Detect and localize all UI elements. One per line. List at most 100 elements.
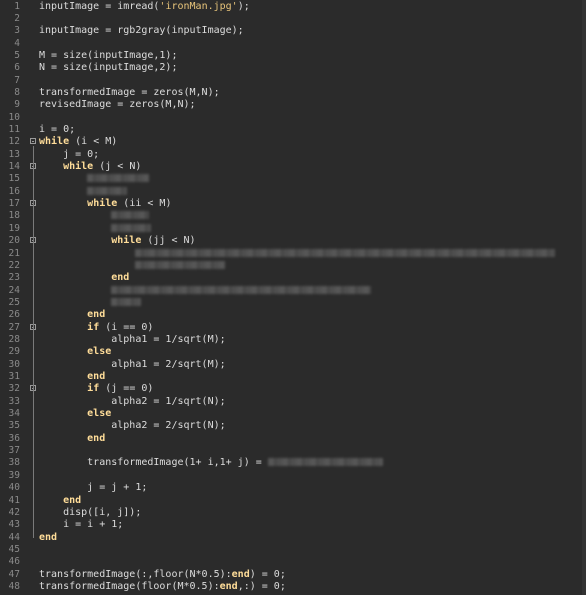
code-text: [39, 248, 556, 260]
line-number: 3: [14, 25, 20, 37]
code-line[interactable]: 5 M = size(inputImage,1);: [0, 50, 582, 62]
code-line[interactable]: 21: [0, 248, 582, 260]
keyword-token: while: [39, 136, 70, 148]
code-line[interactable]: 13 j = 0;: [0, 149, 582, 161]
keyword-token: if: [87, 383, 100, 395]
code-line[interactable]: 29 else: [0, 346, 582, 358]
code-text: transformedImage = zeros(M,N);: [39, 87, 220, 99]
code-line[interactable]: 42 disp([i, j]);: [0, 507, 582, 519]
code-line[interactable]: 32 if (j == 0): [0, 383, 582, 395]
keyword-token: if: [87, 321, 100, 333]
code-text: revisedImage = zeros(M,N);: [39, 99, 196, 111]
code-line[interactable]: 43 i = i + 1;: [0, 519, 582, 531]
code-text: inputImage = imread('ironMan.jpg');: [39, 1, 250, 13]
code-text: while (ii < M): [39, 198, 171, 210]
code-text: j = 0;: [39, 149, 99, 161]
line-number: 14: [8, 161, 20, 173]
code-text: alpha2 = 1/sqrt(N);: [39, 395, 226, 408]
code-line[interactable]: 2: [0, 13, 582, 25]
code-line[interactable]: 34 else: [0, 408, 582, 420]
code-line[interactable]: 48 transformedImage(floor(M*0.5):end,:) =…: [0, 581, 582, 593]
code-text: alpha2 = 2/sqrt(N);: [39, 420, 226, 432]
code-line[interactable]: 30 alpha1 = 2/sqrt(M);: [0, 359, 582, 371]
code-line[interactable]: 38 transformedImage(1+ i,1+ j) =: [0, 457, 582, 469]
code-line[interactable]: 36 end: [0, 433, 582, 445]
line-number: 25: [8, 296, 20, 308]
code-line[interactable]: 31 end: [0, 371, 582, 383]
code-line[interactable]: 46: [0, 556, 582, 568]
keyword-token: end: [39, 309, 106, 321]
code-line[interactable]: 3 inputImage = rgb2gray(inputImage);: [0, 25, 582, 37]
code-line[interactable]: 4: [0, 38, 582, 50]
code-line[interactable]: 40 j = j + 1;: [0, 482, 582, 494]
line-number: 38: [8, 457, 20, 469]
code-token: j = j + 1;: [39, 482, 148, 494]
line-number: 37: [8, 445, 20, 457]
code-line[interactable]: 12 while (i < M): [0, 136, 582, 148]
code-text: end: [39, 495, 81, 507]
code-token: (i == 0): [99, 321, 154, 333]
keyword-token: end: [39, 272, 130, 284]
code-text: end: [39, 272, 129, 284]
code-text: [39, 260, 226, 272]
code-line[interactable]: 7: [0, 75, 582, 87]
redacted-code: [135, 248, 556, 257]
code-line[interactable]: 15: [0, 173, 582, 185]
vertical-scrollbar[interactable]: [582, 0, 586, 595]
fold-collapse-icon[interactable]: [30, 138, 36, 145]
code-line[interactable]: 1 inputImage = imread('ironMan.jpg');: [0, 1, 582, 13]
fold-guide-line: [33, 245, 34, 279]
code-token: alpha2 = 2/sqrt(N);: [39, 420, 226, 432]
code-line[interactable]: 28 alpha1 = 1/sqrt(M);: [0, 334, 582, 346]
line-number: 8: [14, 86, 20, 98]
code-token: alpha2 = 1/sqrt(N);: [39, 395, 226, 407]
code-line[interactable]: 45: [0, 544, 582, 556]
code-line[interactable]: 26 end: [0, 309, 582, 321]
code-text: N = size(inputImage,2);: [39, 62, 177, 74]
code-line[interactable]: 25: [0, 297, 582, 309]
line-number: 10: [8, 111, 20, 123]
string-token: 'ironMan.jpg': [159, 0, 238, 12]
code-text: i = 0;: [39, 124, 75, 136]
fold-guide-line: [33, 393, 34, 439]
line-number: 6: [14, 62, 20, 74]
code-line[interactable]: 35 alpha2 = 2/sqrt(N);: [0, 420, 582, 432]
code-token: );: [237, 0, 250, 12]
line-number: 11: [8, 124, 20, 135]
code-text: while (i < M): [39, 136, 117, 148]
code-editor[interactable]: 1 inputImage = imread('ironMan.jpg'); 2 3 in…: [0, 0, 586, 595]
code-line[interactable]: 23 end: [0, 272, 582, 284]
keyword-token: end: [39, 531, 58, 543]
code-line[interactable]: 20 while (jj < N): [0, 235, 582, 247]
code-line[interactable]: 27 if (i == 0): [0, 322, 582, 334]
code-line[interactable]: 44 end: [0, 532, 582, 544]
code-text: [39, 173, 150, 185]
code-text: i = i + 1;: [39, 519, 123, 531]
line-number: 34: [8, 408, 20, 420]
keyword-token: else: [39, 346, 112, 358]
code-line[interactable]: 8 transformedImage = zeros(M,N);: [0, 87, 582, 99]
redacted-code: [111, 285, 372, 294]
code-text: [39, 186, 128, 198]
code-line[interactable]: 11 i = 0;: [0, 124, 582, 136]
code-line[interactable]: 9 revisedImage = zeros(M,N);: [0, 99, 582, 111]
code-line[interactable]: 6 N = size(inputImage,2);: [0, 62, 582, 74]
code-line[interactable]: 17 while (ii < M): [0, 198, 582, 210]
code-line[interactable]: 18: [0, 210, 582, 222]
code-line[interactable]: 16: [0, 186, 582, 198]
code-line[interactable]: 39: [0, 470, 582, 482]
line-number: 15: [8, 173, 20, 185]
code-line[interactable]: 14 while (j < N): [0, 161, 582, 173]
code-line[interactable]: 33 alpha2 = 1/sqrt(N);: [0, 396, 582, 408]
code-line[interactable]: 10: [0, 112, 582, 124]
code-token: (i < M): [69, 136, 118, 148]
code-line[interactable]: 47 transformedImage(:,floor(N*0.5):end) =…: [0, 569, 582, 581]
code-token: revisedImage = zeros(M,N);: [39, 99, 196, 111]
code-line[interactable]: 24: [0, 285, 582, 297]
code-line[interactable]: 37: [0, 445, 582, 457]
code-line[interactable]: 41 end: [0, 495, 582, 507]
code-line[interactable]: 19: [0, 223, 582, 235]
code-line[interactable]: 22: [0, 260, 582, 272]
